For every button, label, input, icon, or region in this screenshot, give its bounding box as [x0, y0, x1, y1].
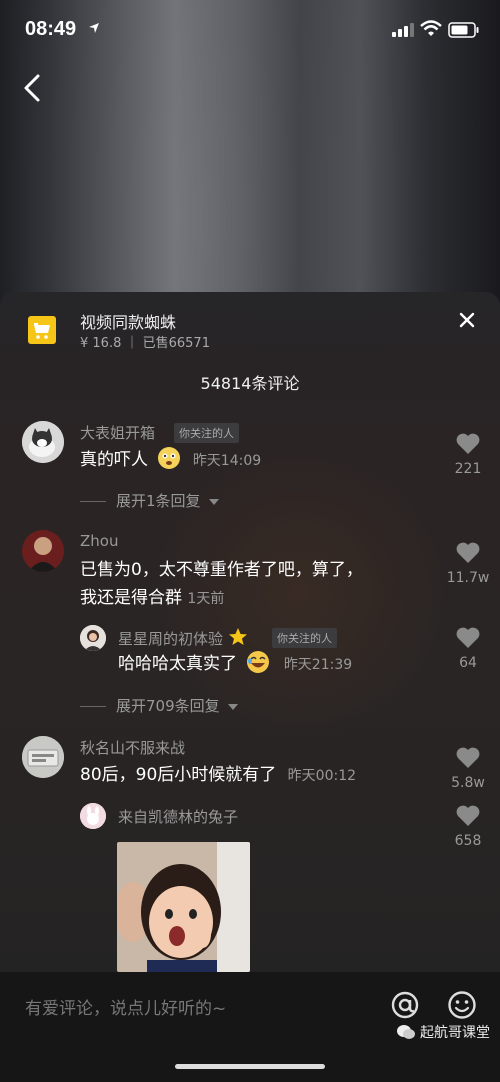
like-button[interactable]: 5.8w	[438, 746, 498, 791]
followed-tag: 你关注的人	[174, 423, 239, 443]
comment-time: 昨天00:12	[287, 768, 357, 784]
comment-time: 1天前	[187, 591, 225, 607]
comment-input-bar: 有爱评论，说点儿好听的~ 起航哥课堂	[0, 972, 500, 1082]
reply-username-text: 星星周的初体验	[118, 630, 224, 648]
battery-icon	[448, 22, 479, 38]
like-count: 64	[459, 655, 477, 671]
cat-avatar-icon	[22, 421, 64, 463]
watermark: 起航哥课堂	[396, 1022, 490, 1042]
avatar[interactable]	[22, 736, 64, 778]
heart-icon	[456, 433, 480, 454]
triangle-down-icon	[208, 498, 219, 505]
at-mention-icon[interactable]	[390, 990, 420, 1020]
expand-label: 展开1条回复	[116, 492, 201, 510]
reply-text: 哈哈哈太真实了 昨天21:39	[118, 650, 352, 679]
heart-icon	[456, 627, 480, 648]
product-name[interactable]: 视频同款蜘蛛	[80, 309, 176, 333]
emoji-icon[interactable]	[447, 990, 477, 1020]
triangle-down-icon	[227, 703, 238, 710]
expand-replies[interactable]: 展开709条回复	[80, 695, 238, 716]
avatar[interactable]	[80, 625, 106, 651]
comment-username[interactable]: 大表姐开箱	[80, 422, 155, 443]
scared-emoji-icon	[158, 447, 181, 469]
comment-username[interactable]: Zhou	[80, 532, 118, 550]
reply-username[interactable]: 星星周的初体验	[118, 627, 248, 649]
reply-time: 昨天21:39	[283, 657, 353, 673]
reply-image[interactable]	[117, 842, 250, 972]
avatar[interactable]	[22, 421, 64, 463]
like-button[interactable]: 64	[438, 626, 498, 671]
divider-line	[80, 501, 106, 502]
comment-time: 昨天14:09	[192, 453, 262, 469]
avatar[interactable]	[80, 803, 106, 829]
status-bar: 08:49	[0, 0, 500, 60]
comment-text: 80后，90后小时候就有了 昨天00:12	[80, 761, 356, 790]
back-arrow-icon[interactable]	[20, 72, 42, 104]
shopping-cart-icon[interactable]	[28, 316, 56, 344]
like-count: 658	[454, 833, 482, 849]
comment-text-body: 我还是得合群	[80, 588, 182, 608]
comment-input[interactable]: 有爱评论，说点儿好听的~	[25, 994, 226, 1019]
signal-icon	[392, 23, 414, 37]
wechat-icon	[397, 1025, 415, 1039]
like-count: 221	[454, 461, 482, 477]
wifi-icon	[420, 20, 442, 36]
comment-count: 54814条评论	[200, 374, 300, 393]
followed-tag: 你关注的人	[272, 628, 337, 648]
laughing-emoji-icon	[247, 651, 270, 673]
comment-username[interactable]: 秋名山不服来战	[80, 737, 185, 758]
like-button[interactable]: 11.7w	[438, 541, 498, 586]
star-icon	[228, 628, 247, 645]
meme-photo	[117, 842, 250, 972]
bunny-avatar-icon	[80, 803, 106, 829]
product-price-sold: ¥ 16.8 ｜ 已售66571	[80, 336, 210, 351]
like-count: 5.8w	[451, 775, 485, 791]
home-indicator[interactable]	[175, 1064, 325, 1069]
status-time: 08:49	[25, 18, 77, 40]
divider-line	[80, 706, 106, 707]
reply-text-body: 哈哈哈太真实了	[118, 654, 237, 674]
expand-label: 展开709条回复	[116, 697, 220, 715]
comment-text-line: 已售为0，太不尊重作者了吧，算了，	[80, 560, 363, 580]
reply-username[interactable]: 来自凯德林的兔子	[118, 806, 238, 827]
comment-panel: 视频同款蜘蛛 ¥ 16.8 ｜ 已售66571 54814条评论 大表姐开箱 你…	[0, 292, 500, 1082]
heart-icon	[456, 542, 480, 563]
heart-icon	[456, 747, 480, 768]
person-avatar-icon	[22, 530, 64, 572]
comment-text-body: 80后，90后小时候就有了	[80, 765, 277, 785]
location-arrow-icon	[89, 23, 99, 33]
comment-text-line-2: 我还是得合群 1天前	[80, 584, 430, 613]
like-count: 11.7w	[446, 570, 490, 586]
comment-text: 已售为0，太不尊重作者了吧，算了， 我还是得合群 1天前	[80, 556, 430, 613]
avatar[interactable]	[22, 530, 64, 572]
expand-replies[interactable]: 展开1条回复	[80, 490, 219, 511]
comment-text-body: 真的吓人	[80, 450, 148, 470]
watermark-text: 起航哥课堂	[420, 1025, 490, 1041]
comment-text: 真的吓人 昨天14:09	[80, 446, 261, 475]
like-button[interactable]: 658	[438, 804, 498, 849]
girl-avatar-icon	[80, 625, 106, 651]
heart-icon	[456, 805, 480, 826]
close-icon[interactable]	[459, 312, 475, 328]
device-avatar-icon	[22, 736, 64, 778]
like-button[interactable]: 221	[438, 432, 498, 477]
